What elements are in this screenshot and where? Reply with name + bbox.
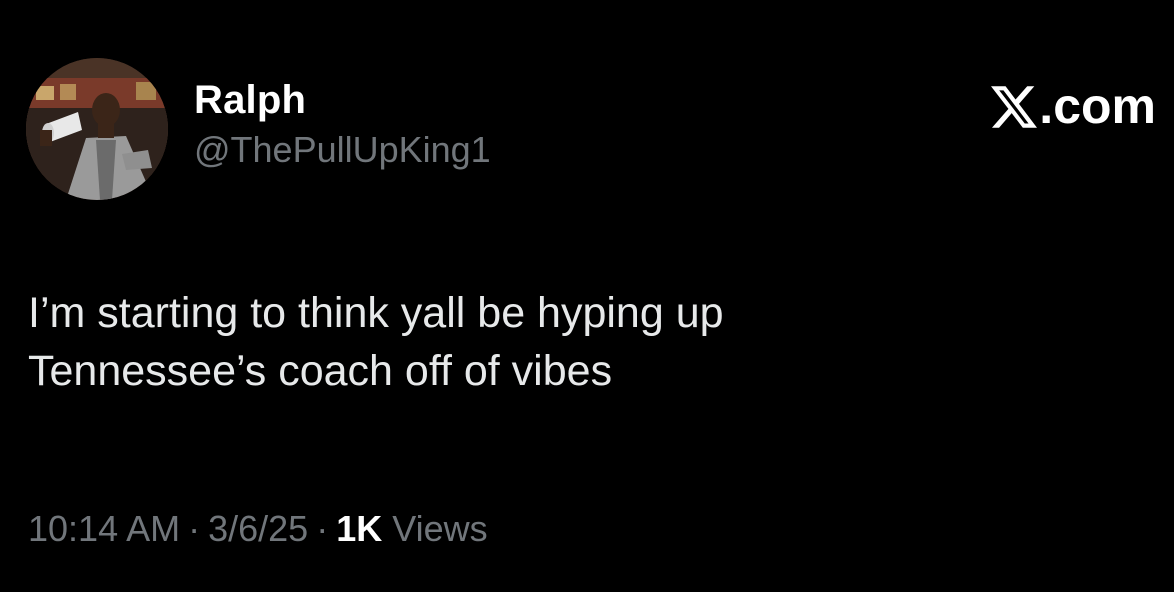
tweet-date[interactable]: 3/6/25 bbox=[208, 508, 308, 549]
brand-watermark: .com bbox=[991, 76, 1156, 136]
avatar-image bbox=[26, 58, 168, 200]
views-label: Views bbox=[392, 508, 488, 549]
tweet-meta: 10:14 AM · 3/6/25 · 1K Views bbox=[28, 506, 488, 552]
tweet-time[interactable]: 10:14 AM bbox=[28, 508, 180, 549]
views-count: 1K bbox=[336, 508, 383, 549]
tweet-card: Ralph @ThePullUpKing1 .com I’m starting … bbox=[0, 0, 1174, 592]
tweet-text-line-2: Tennessee’s coach off of vibes bbox=[28, 347, 613, 395]
meta-separator: · bbox=[188, 508, 201, 549]
avatar[interactable] bbox=[26, 58, 168, 200]
brand-label: .com bbox=[1039, 78, 1156, 134]
display-name[interactable]: Ralph bbox=[194, 76, 491, 124]
tweet-text-line-1: I’m starting to think yall be hyping up bbox=[28, 289, 724, 337]
x-logo-icon bbox=[991, 83, 1038, 129]
author-info: Ralph @ThePullUpKing1 bbox=[194, 76, 491, 172]
user-handle[interactable]: @ThePullUpKing1 bbox=[194, 128, 491, 172]
tweet-text: I’m starting to think yall be hyping up … bbox=[28, 284, 1128, 400]
meta-separator: · bbox=[316, 508, 329, 549]
